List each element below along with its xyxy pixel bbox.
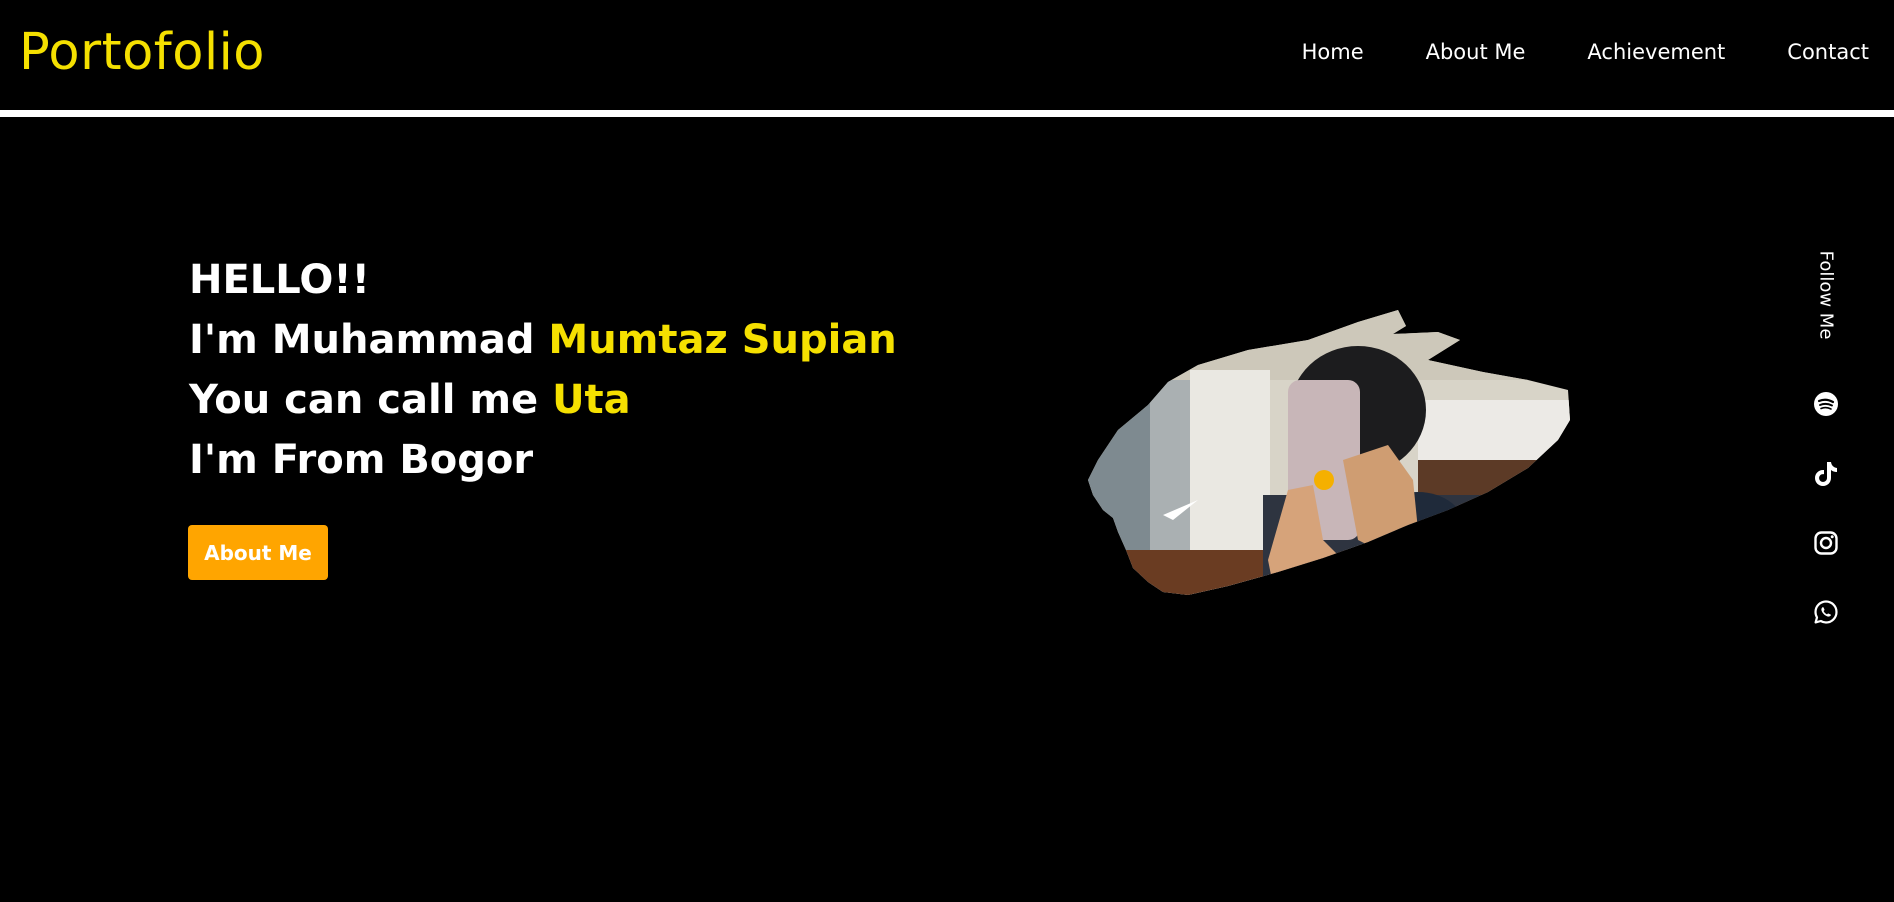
hero-name-prefix: I'm Muhammad	[189, 317, 549, 363]
nav-home[interactable]: Home	[1302, 38, 1364, 66]
instagram-icon	[1814, 531, 1838, 555]
brand-logo[interactable]: Portofolio	[19, 22, 265, 84]
nav-about-me[interactable]: About Me	[1426, 38, 1526, 66]
spotify-icon	[1814, 392, 1838, 416]
hero-intro: HELLO!! I'm Muhammad Mumtaz Supian You c…	[189, 250, 897, 490]
follow-me-text: Follow Me	[1815, 250, 1837, 340]
nav-achievement[interactable]: Achievement	[1587, 38, 1725, 66]
main-nav: Home About Me Achievement Contact	[1240, 38, 1869, 66]
hero-name-accent: Mumtaz Supian	[548, 317, 897, 363]
tiktok-icon	[1815, 462, 1837, 486]
follow-me-label: Follow Me	[1808, 240, 1844, 350]
site-header: Portofolio Home About Me Achievement Con…	[0, 0, 1894, 112]
instagram-link[interactable]	[1810, 527, 1842, 559]
nav-contact[interactable]: Contact	[1787, 38, 1869, 66]
hero-name-line: I'm Muhammad Mumtaz Supian	[189, 310, 897, 370]
hero-origin-line: I'm From Bogor	[189, 437, 534, 483]
spotify-link[interactable]	[1810, 388, 1842, 420]
tiktok-link[interactable]	[1810, 458, 1842, 490]
hero-nickname-line: You can call me Uta	[189, 370, 897, 430]
about-me-button[interactable]: About Me	[188, 525, 328, 580]
header-divider	[0, 110, 1894, 117]
hero-nickname-prefix: You can call me	[189, 377, 553, 423]
whatsapp-link[interactable]	[1810, 596, 1842, 628]
hero-greeting: HELLO!!	[189, 257, 370, 303]
whatsapp-icon	[1814, 600, 1838, 624]
profile-photo	[1088, 310, 1570, 595]
hero-nickname-accent: Uta	[552, 377, 631, 423]
